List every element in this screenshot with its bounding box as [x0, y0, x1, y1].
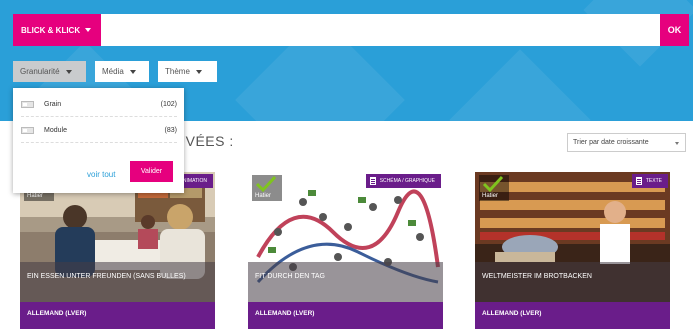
card-title: WELTMEISTER IM BROTBACKEN [475, 262, 670, 302]
card-subject: ALLEMAND (LVER) [475, 302, 670, 329]
hatier-logo: Hatier [252, 175, 282, 201]
type-badge: TEXTE [631, 174, 668, 188]
show-all-link[interactable]: voir tout [87, 170, 115, 179]
type-badge: SCHÉMA / GRAPHIQUE [365, 174, 441, 188]
filter-label: Média [102, 67, 124, 76]
filter-media[interactable]: Média [95, 61, 149, 82]
chevron-down-icon [195, 69, 202, 74]
card-subject: ALLEMAND (LVER) [20, 302, 215, 329]
validate-button[interactable]: Valider [130, 161, 173, 182]
sort-select[interactable]: Trier par date croissante [567, 133, 686, 152]
resource-card[interactable]: Hatier SCHÉMA / GRAPHIQUE FIT DURCH DEN … [248, 172, 443, 329]
publisher-label: Hatier [27, 193, 44, 199]
divider [21, 116, 177, 117]
filter-label: Thème [165, 67, 190, 76]
option-count: (102) [160, 100, 177, 108]
option-count: (83) [164, 126, 177, 134]
card-title: FIT DURCH DEN TAG [248, 262, 443, 302]
card-title: EIN ESSEN UNTER FREUNDEN (SANS BULLES) [20, 262, 215, 302]
divider [21, 142, 177, 143]
option-label: Grain [44, 100, 62, 108]
filter-theme[interactable]: Thème [158, 61, 217, 82]
granularity-dropdown: Grain (102) Module (83) voir tout Valide… [13, 88, 184, 193]
resource-card[interactable]: Hatier ANIMATION EIN ESSEN UNTER FREUNDE… [20, 172, 215, 329]
search-mode-dropdown[interactable]: BLICK & KLICK [13, 14, 101, 46]
ok-button[interactable]: OK [660, 14, 689, 46]
toggle-icon[interactable] [21, 126, 34, 134]
badge-label: SCHÉMA / GRAPHIQUE [379, 178, 435, 184]
badge-label: TEXTE [645, 178, 662, 184]
granularity-option-grain[interactable]: Grain (102) [21, 94, 177, 114]
card-subject: ALLEMAND (LVER) [248, 302, 443, 329]
card-thumbnail: Hatier TEXTE WELTMEISTER IM BROTBACKEN [475, 172, 670, 302]
resource-card[interactable]: Hatier TEXTE WELTMEISTER IM BROTBACKEN A… [475, 172, 670, 329]
search-bar: BLICK & KLICK OK [13, 14, 689, 46]
chevron-down-icon [65, 69, 72, 74]
filter-label: Granularité [20, 67, 60, 76]
chevron-down-icon [129, 69, 136, 74]
search-input[interactable] [101, 14, 660, 46]
chevron-down-icon [675, 142, 679, 145]
document-icon [635, 177, 642, 185]
publisher-label: Hatier [482, 193, 499, 199]
card-thumbnail: Hatier SCHÉMA / GRAPHIQUE FIT DURCH DEN … [248, 172, 443, 302]
document-icon [369, 177, 376, 185]
hatier-logo: Hatier [479, 175, 509, 201]
publisher-label: Hatier [255, 193, 272, 199]
toggle-icon[interactable] [21, 100, 34, 108]
filter-granularite[interactable]: Granularité [13, 61, 86, 82]
search-mode-label: BLICK & KLICK [21, 25, 81, 35]
option-label: Module [44, 126, 67, 134]
sort-value: Trier par date croissante [573, 139, 649, 146]
granularity-option-module[interactable]: Module (83) [21, 120, 177, 140]
chevron-down-icon [85, 28, 92, 32]
